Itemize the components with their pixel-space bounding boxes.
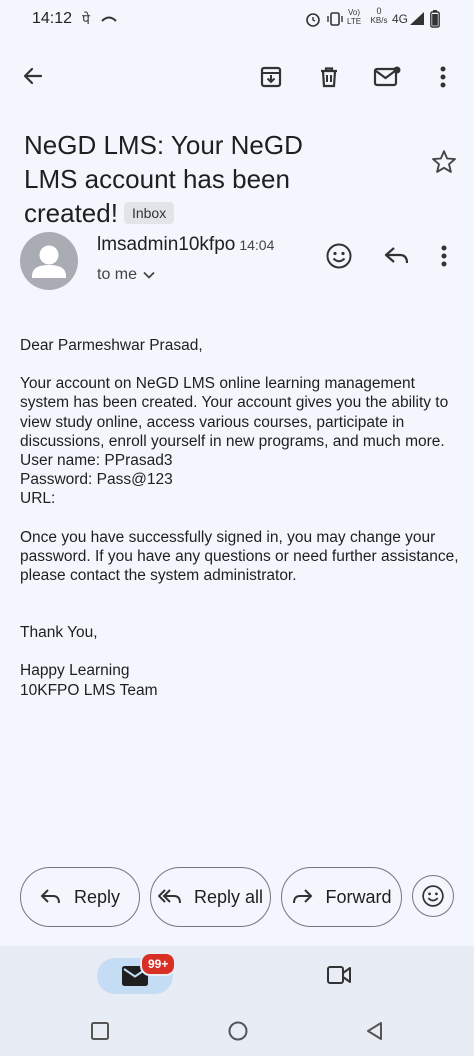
mark-unread-button[interactable]: [372, 62, 402, 92]
sender-name[interactable]: lmsadmin10kfpo: [97, 234, 235, 255]
triangle-back-icon: [367, 1022, 382, 1040]
more-options-button[interactable]: [428, 62, 458, 92]
network-speed-unit: KB/s: [370, 16, 388, 25]
emoji-icon: [326, 243, 352, 269]
emoji-icon: [422, 885, 444, 907]
more-vert-icon: [441, 245, 447, 267]
body-url: URL:: [20, 490, 56, 508]
square-icon: [91, 1022, 109, 1040]
reply-icon-button[interactable]: [383, 244, 411, 273]
recipient-text: to me: [97, 266, 138, 283]
body-paragraph-2: Once you have successfully signed in, yo…: [20, 528, 459, 585]
vibrate-icon: [326, 11, 344, 32]
forward-icon: [293, 889, 313, 904]
videocam-icon: [327, 966, 351, 984]
circle-icon: [228, 1021, 248, 1041]
body-username: User name: PPrasad3: [20, 452, 173, 470]
volte-indicator: Vo) LTE: [347, 8, 362, 26]
alarm-icon: [305, 11, 321, 32]
sender-line: lmsadmin10kfpo 14:04: [97, 234, 274, 256]
add-reaction-button[interactable]: [325, 242, 353, 275]
recipient-details-toggle[interactable]: to me: [97, 266, 155, 284]
delete-button[interactable]: [314, 62, 344, 92]
back-button[interactable]: [18, 61, 48, 91]
body-paragraph-1: Your account on NeGD LMS online learning…: [20, 375, 449, 450]
reply-all-button[interactable]: Reply all: [150, 867, 271, 927]
body-greeting: Dear Parmeshwar Prasad,: [20, 337, 203, 354]
delete-icon: [321, 67, 337, 88]
person-icon: [32, 245, 66, 278]
unread-count-badge: 99+: [140, 952, 177, 976]
network-speed-value: 0: [376, 6, 382, 16]
inbox-label-chip[interactable]: Inbox: [123, 202, 175, 224]
bottom-navigation: [0, 946, 474, 1006]
reply-icon: [384, 247, 409, 264]
status-time: 14:12: [32, 10, 73, 27]
body-thanks: Thank You,: [20, 624, 98, 642]
reply-all-button-label: Reply all: [193, 886, 264, 907]
body-signoff-2: 10KFPO LMS Team: [20, 681, 158, 699]
missed-call-icon: [100, 12, 118, 31]
sender-avatar[interactable]: [20, 232, 78, 290]
nav-meet-tab[interactable]: [326, 964, 352, 991]
status-bar: 14:12 पे Vo) LTE 0 KB/s 4G: [0, 0, 474, 40]
archive-icon: [260, 66, 282, 88]
home-button[interactable]: [227, 1020, 249, 1047]
star-icon: [432, 150, 456, 173]
system-back-button[interactable]: [364, 1020, 384, 1047]
emoji-react-button[interactable]: [412, 875, 454, 917]
body-password: Password: Pass@123: [20, 471, 173, 489]
more-vert-icon: [440, 66, 446, 88]
reply-button[interactable]: Reply: [20, 867, 140, 927]
chevron-down-icon: [143, 271, 155, 279]
star-button[interactable]: [430, 148, 458, 181]
message-more-button[interactable]: [441, 245, 447, 272]
reply-icon: [40, 889, 60, 904]
reply-all-icon: [157, 889, 181, 904]
arrow-back-icon: [23, 67, 43, 85]
archive-button[interactable]: [256, 62, 286, 92]
network-speed: 0 KB/s: [368, 6, 390, 26]
reply-button-label: Reply: [73, 886, 121, 907]
mail-icon: [373, 66, 401, 87]
signal-icon: [409, 11, 425, 31]
forward-button[interactable]: Forward: [281, 867, 402, 927]
body-signoff-1: Happy Learning: [20, 662, 130, 680]
email-time: 14:04: [239, 237, 275, 253]
status-notification-glyph: पे: [82, 11, 90, 27]
network-type: 4G: [392, 12, 409, 26]
forward-button-label: Forward: [325, 886, 392, 907]
email-body: Dear Parmeshwar Prasad, Your account on …: [20, 336, 460, 700]
battery-icon: [430, 10, 440, 33]
recents-button[interactable]: [90, 1021, 110, 1046]
email-subject: NeGD LMS: Your NeGD LMS account has been…: [24, 128, 354, 230]
